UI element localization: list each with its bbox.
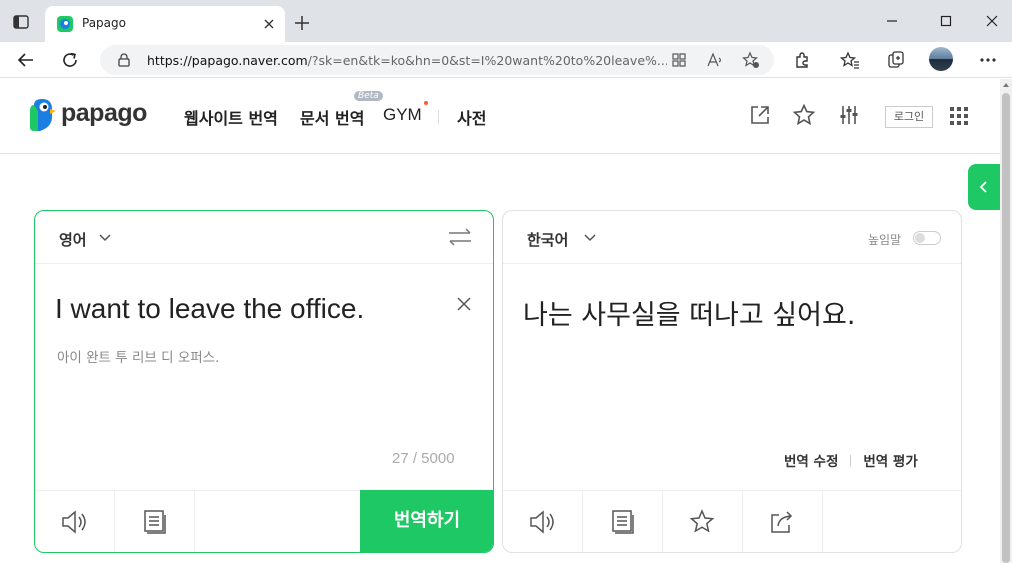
- source-panel: 영어 I want to leave the office. 아이 완트 투 리…: [34, 210, 494, 553]
- pronunciation-text: 아이 완트 투 리브 디 오퍼스.: [57, 350, 220, 366]
- vertical-scrollbar[interactable]: [1000, 79, 1012, 563]
- source-panel-footer: 번역하기: [35, 490, 493, 552]
- service-grid-icon[interactable]: [947, 103, 971, 127]
- beta-badge: Beta: [354, 91, 383, 101]
- nav-divider: [438, 110, 439, 124]
- target-panel-footer: [503, 490, 961, 552]
- star-icon: [689, 509, 715, 533]
- honorific-toggle[interactable]: [913, 231, 941, 245]
- action-divider: [850, 455, 852, 467]
- translation-actions: 번역 수정 번역 평가: [784, 450, 918, 470]
- target-language-select[interactable]: 한국어: [527, 229, 568, 250]
- character-count: 27 / 5000: [392, 450, 455, 467]
- extensions-icon[interactable]: [792, 50, 812, 70]
- settings-sliders-icon[interactable]: [837, 103, 861, 127]
- papago-parrot-icon: [28, 97, 56, 133]
- honorific-label: 높임말: [868, 233, 902, 247]
- swap-languages-icon[interactable]: [447, 227, 473, 247]
- add-favorite-icon[interactable]: [742, 51, 760, 69]
- nav-gym[interactable]: GYM: [383, 105, 422, 125]
- source-panel-header: 영어: [35, 211, 493, 264]
- target-panel: 한국어 높임말 나는 사무실을 떠나고 싶어요. 번역 수정 번역 평가: [502, 210, 962, 553]
- open-external-icon[interactable]: [748, 103, 772, 127]
- page-content: papago 웹사이트 번역 문서 번역 Beta GYM 사전 로그인 영어: [0, 79, 1000, 563]
- translate-button[interactable]: 번역하기: [360, 490, 493, 552]
- source-copy-button[interactable]: [115, 491, 195, 552]
- url-text: https://papago.naver.com/?sk=en&tk=ko&hn…: [147, 53, 667, 68]
- share-button[interactable]: [743, 491, 823, 552]
- new-badge-dot: [424, 101, 428, 105]
- side-panel-toggle[interactable]: [968, 164, 1000, 210]
- logo-text: papago: [61, 99, 147, 127]
- maximize-icon[interactable]: [937, 12, 955, 30]
- papago-logo[interactable]: papago: [28, 97, 158, 133]
- papago-favicon-icon: [57, 16, 73, 32]
- favorites-icon[interactable]: [840, 50, 860, 70]
- speaker-icon: [62, 510, 86, 534]
- nav-website-translate[interactable]: 웹사이트 번역: [184, 105, 278, 129]
- source-text-input[interactable]: I want to leave the office.: [55, 293, 364, 325]
- browser-toolbar: https://papago.naver.com/?sk=en&tk=ko&hn…: [0, 42, 1012, 78]
- new-tab-plus-icon[interactable]: [293, 14, 311, 32]
- minimize-icon[interactable]: [883, 12, 901, 30]
- chevron-down-icon[interactable]: [584, 234, 596, 242]
- browser-tab-strip: Papago: [0, 0, 1012, 42]
- collections-icon[interactable]: [886, 50, 906, 70]
- login-button[interactable]: 로그인: [885, 106, 933, 128]
- share-icon: [771, 511, 793, 533]
- read-aloud-icon[interactable]: [706, 51, 724, 69]
- source-listen-button[interactable]: [35, 491, 115, 552]
- edit-translation-link[interactable]: 번역 수정: [784, 454, 838, 470]
- browser-tab[interactable]: Papago: [45, 6, 285, 42]
- tab-actions-icon[interactable]: [12, 13, 30, 31]
- lock-icon[interactable]: [116, 52, 132, 68]
- app-grid-icon[interactable]: [670, 51, 688, 69]
- profile-avatar[interactable]: [929, 47, 953, 71]
- copy-icon: [612, 510, 634, 534]
- target-listen-button[interactable]: [503, 491, 583, 552]
- target-copy-button[interactable]: [583, 491, 663, 552]
- clear-text-icon[interactable]: [455, 295, 473, 313]
- chevron-left-icon: [979, 181, 987, 193]
- copy-icon: [144, 510, 166, 534]
- favorite-star-icon[interactable]: [792, 103, 816, 127]
- nav-dictionary[interactable]: 사전: [457, 105, 486, 129]
- more-menu-icon[interactable]: [978, 50, 998, 70]
- window-close-icon[interactable]: [983, 12, 1001, 30]
- scroll-up-arrow-icon[interactable]: [1002, 81, 1010, 89]
- back-arrow-icon[interactable]: [16, 50, 36, 70]
- refresh-icon[interactable]: [60, 50, 80, 70]
- rate-translation-link[interactable]: 번역 평가: [863, 454, 917, 470]
- toggle-knob: [915, 233, 925, 243]
- source-language-select[interactable]: 영어: [59, 229, 87, 250]
- nav-document-translate[interactable]: 문서 번역: [300, 105, 364, 129]
- site-header: papago 웹사이트 번역 문서 번역 Beta GYM 사전 로그인: [0, 79, 1000, 154]
- tab-title: Papago: [82, 16, 126, 30]
- address-bar[interactable]: https://papago.naver.com/?sk=en&tk=ko&hn…: [100, 45, 774, 75]
- translation-output: 나는 사무실을 떠나고 싶어요.: [523, 300, 856, 331]
- speaker-icon: [530, 510, 554, 534]
- save-favorite-button[interactable]: [663, 491, 743, 552]
- target-panel-header: 한국어 높임말: [503, 211, 961, 264]
- scrollbar-thumb[interactable]: [1002, 93, 1010, 563]
- chevron-down-icon[interactable]: [99, 234, 111, 242]
- tab-close-icon[interactable]: [261, 16, 277, 32]
